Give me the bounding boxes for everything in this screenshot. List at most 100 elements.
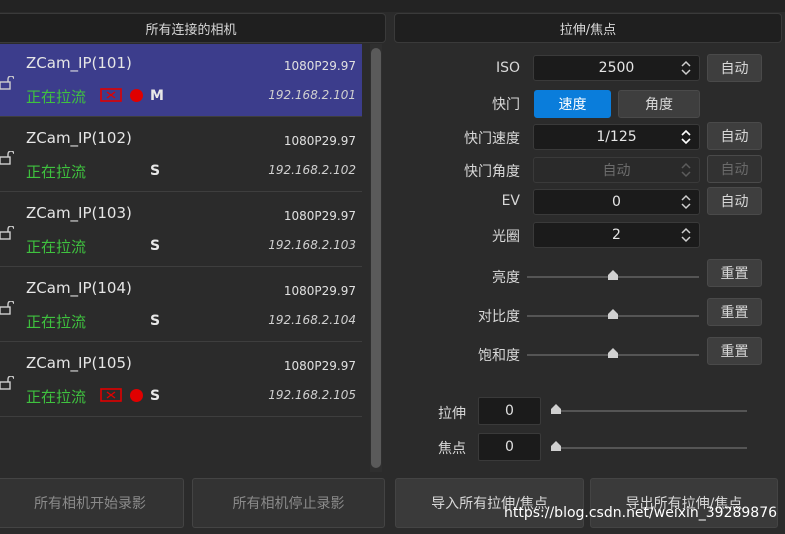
brightness-label: 亮度	[492, 270, 520, 286]
camera-name: ZCam_IP(101)	[26, 54, 132, 72]
stop-all-recording-label: 所有相机停止录影	[232, 496, 345, 512]
iso-auto-label: 自动	[720, 61, 749, 77]
iso-label: ISO	[495, 60, 520, 76]
contrast-slider-track[interactable]	[527, 309, 699, 319]
shutter-angle-auto-label: 自动	[720, 162, 749, 178]
camera-row-103[interactable]: ZCam_IP(103) 1080P29.97 正在拉流 S 192.168.2…	[0, 194, 362, 267]
camera-resolution: 1080P29.97	[283, 134, 356, 148]
camera-row-105[interactable]: ZCam_IP(105) 1080P29.97 正在拉流 S 192.168.2…	[0, 344, 362, 417]
ev-auto-label: 自动	[720, 194, 749, 210]
saturation-slider-handle[interactable]	[608, 348, 618, 358]
shutter-speed-value: 1/125	[596, 129, 637, 145]
zoom-focus-header: 拉伸/焦点	[394, 13, 782, 43]
saturation-reset-button[interactable]: 重置	[707, 337, 762, 365]
recording-dot-icon	[130, 389, 143, 402]
focus-value: 0	[505, 439, 514, 455]
brightness-reset-label: 重置	[720, 266, 749, 282]
camera-role: S	[150, 313, 161, 329]
zoom-slider-track[interactable]	[551, 404, 747, 414]
camera-resolution: 1080P29.97	[283, 284, 356, 298]
saturation-reset-label: 重置	[720, 344, 749, 360]
shutter-angle-auto-button[interactable]: 自动	[707, 155, 762, 183]
saturation-label: 饱和度	[478, 348, 520, 364]
zoom-label: 拉伸	[438, 406, 466, 422]
iris-spinbox[interactable]: 2	[533, 222, 700, 248]
camera-resolution: 1080P29.97	[283, 359, 356, 373]
recording-frame-icon	[100, 388, 122, 402]
spin-arrows-icon[interactable]	[681, 193, 691, 211]
shutter-label: 快门	[492, 97, 520, 113]
spin-arrows-icon[interactable]	[681, 226, 691, 244]
camera-list-header: 所有连接的相机	[0, 13, 386, 43]
focus-value-field[interactable]: 0	[478, 433, 541, 461]
camera-ip: 192.168.2.105	[268, 388, 356, 402]
spin-arrows-icon[interactable]	[681, 161, 691, 179]
camera-row-101[interactable]: ZCam_IP(101) 1080P29.97 正在拉流 M 192.168.2…	[0, 44, 362, 117]
camera-resolution: 1080P29.97	[283, 59, 356, 73]
iso-spinbox[interactable]: 2500	[533, 55, 700, 81]
brightness-reset-button[interactable]: 重置	[707, 259, 762, 287]
saturation-slider-track[interactable]	[527, 348, 699, 358]
unlock-icon	[0, 76, 14, 90]
unlock-icon	[0, 151, 14, 165]
brightness-slider-handle[interactable]	[608, 270, 618, 280]
shutter-speed-mode-button[interactable]: 速度	[534, 90, 611, 118]
focus-label: 焦点	[438, 441, 466, 457]
camera-name: ZCam_IP(103)	[26, 204, 132, 222]
camera-status: 正在拉流	[26, 238, 87, 256]
shutter-speed-label: 快门速度	[464, 131, 520, 147]
camera-ip: 192.168.2.102	[268, 163, 356, 177]
ev-auto-button[interactable]: 自动	[707, 187, 762, 215]
camera-row-102[interactable]: ZCam_IP(102) 1080P29.97 正在拉流 S 192.168.2…	[0, 119, 362, 192]
spin-arrows-icon[interactable]	[681, 128, 691, 146]
camera-name: ZCam_IP(102)	[26, 129, 132, 147]
focus-slider-track[interactable]	[551, 441, 747, 451]
camera-name: ZCam_IP(105)	[26, 354, 132, 372]
shutter-angle-mode-label: 角度	[645, 97, 673, 113]
shutter-speed-mode-label: 速度	[558, 97, 587, 113]
iso-auto-button[interactable]: 自动	[707, 54, 762, 82]
start-all-recording-button[interactable]: 所有相机开始录影	[0, 478, 184, 528]
ev-label: EV	[501, 193, 520, 209]
spin-arrows-icon[interactable]	[681, 59, 691, 77]
camera-row-104[interactable]: ZCam_IP(104) 1080P29.97 正在拉流 S 192.168.2…	[0, 269, 362, 342]
unlock-icon	[0, 226, 14, 240]
unlock-icon	[0, 376, 14, 390]
zoom-slider-handle[interactable]	[551, 404, 561, 414]
ev-spinbox[interactable]: 0	[533, 189, 700, 215]
shutter-angle-spinbox[interactable]: 自动	[533, 157, 700, 183]
unlock-icon	[0, 301, 14, 315]
contrast-reset-label: 重置	[720, 305, 749, 321]
camera-status: 正在拉流	[26, 163, 87, 181]
shutter-angle-mode-button[interactable]: 角度	[618, 90, 700, 118]
camera-role: S	[150, 388, 161, 404]
camera-list[interactable]: ZCam_IP(101) 1080P29.97 正在拉流 M 192.168.2…	[0, 44, 370, 472]
camera-ip: 192.168.2.103	[268, 238, 356, 252]
start-all-recording-label: 所有相机开始录影	[34, 496, 146, 512]
camera-status: 正在拉流	[26, 388, 87, 406]
focus-slider-handle[interactable]	[551, 441, 561, 451]
shutter-speed-auto-button[interactable]: 自动	[707, 122, 762, 150]
contrast-reset-button[interactable]: 重置	[707, 298, 762, 326]
camera-name: ZCam_IP(104)	[26, 279, 132, 297]
ev-value: 0	[612, 194, 621, 210]
shutter-speed-auto-label: 自动	[720, 129, 749, 145]
contrast-slider-handle[interactable]	[608, 309, 618, 319]
iris-value: 2	[612, 227, 621, 243]
camera-resolution: 1080P29.97	[283, 209, 356, 223]
brightness-slider-track[interactable]	[527, 270, 699, 280]
shutter-speed-spinbox[interactable]: 1/125	[533, 124, 700, 150]
zoom-focus-title: 拉伸/焦点	[559, 22, 617, 38]
camera-list-title: 所有连接的相机	[145, 22, 237, 38]
camera-role: S	[150, 163, 161, 179]
stop-all-recording-button[interactable]: 所有相机停止录影	[192, 478, 385, 528]
contrast-label: 对比度	[478, 309, 520, 325]
shutter-angle-label: 快门角度	[464, 164, 520, 180]
camera-ip: 192.168.2.101	[268, 88, 356, 102]
top-strip	[0, 0, 785, 12]
camera-ip: 192.168.2.104	[268, 313, 356, 327]
zoom-value-field[interactable]: 0	[478, 397, 541, 425]
iso-value: 2500	[598, 60, 635, 76]
iris-label: 光圈	[492, 229, 520, 245]
watermark-text: https://blog.csdn.net/weixin_39289876	[504, 505, 778, 521]
